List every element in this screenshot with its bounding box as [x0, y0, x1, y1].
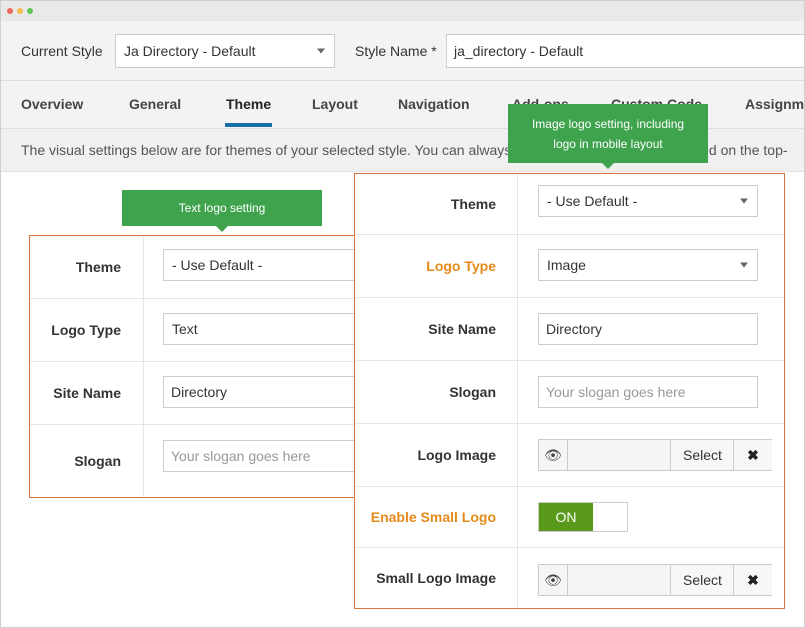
current-style-select[interactable]: Ja Directory - Default [115, 34, 335, 68]
image-logo-tooltip-line2: logo in mobile layout [553, 137, 663, 151]
image-logo-type-select[interactable]: Image [538, 249, 758, 281]
small-logo-image-row: Small Logo Image 👁 Select ✖ [355, 548, 784, 608]
window-titlebar [1, 1, 804, 22]
image-site-name-value: Directory [546, 321, 603, 337]
image-logo-type-label: Logo Type [426, 258, 496, 274]
chevron-down-icon [317, 48, 325, 54]
text-theme-label: Theme [75, 259, 121, 275]
text-slogan-placeholder: Your slogan goes here [171, 448, 311, 464]
eye-icon[interactable]: 👁 [539, 565, 568, 595]
image-logo-type-value: Image [547, 257, 586, 273]
minimize-dot-icon[interactable] [17, 8, 23, 14]
tab-theme[interactable]: Theme [226, 96, 271, 112]
image-site-name-row: Site Name Directory [355, 298, 784, 361]
text-slogan-label: Slogan [74, 453, 121, 469]
image-theme-value: - Use Default - [547, 193, 638, 209]
chevron-down-icon [740, 198, 748, 204]
text-logo-panel: Theme - Use Default - Logo Type Text Sit… [29, 235, 402, 498]
image-logo-tooltip-line1: Image logo setting, including [531, 117, 685, 131]
image-slogan-input[interactable]: Your slogan goes here [538, 376, 758, 408]
text-site-name-row: Site Name Directory [30, 362, 401, 425]
logo-image-label: Logo Image [417, 447, 496, 463]
image-logo-type-row: Logo Type Image [355, 235, 784, 298]
chevron-down-icon [740, 262, 748, 268]
small-logo-image-label: Small Logo Image [376, 570, 496, 586]
close-dot-icon[interactable] [7, 8, 13, 14]
enable-small-logo-row: Enable Small Logo ON [355, 487, 784, 548]
image-slogan-placeholder: Your slogan goes here [546, 384, 686, 400]
text-theme-select[interactable]: - Use Default - [163, 249, 383, 281]
style-name-label: Style Name * [355, 43, 437, 59]
current-style-value: Ja Directory - Default [124, 43, 256, 59]
small-logo-image-select-button[interactable]: Select [670, 565, 734, 595]
image-logo-panel: Theme - Use Default - Logo Type Image Si… [354, 173, 785, 609]
image-slogan-row: Slogan Your slogan goes here [355, 361, 784, 424]
text-logo-type-select[interactable]: Text [163, 313, 383, 345]
text-logo-type-row: Logo Type Text [30, 299, 401, 362]
small-logo-image-clear-button[interactable]: ✖ [733, 565, 772, 595]
enable-small-logo-label: Enable Small Logo [370, 509, 496, 525]
tab-general[interactable]: General [129, 96, 181, 112]
logo-image-clear-button[interactable]: ✖ [733, 440, 772, 470]
text-site-name-input[interactable]: Directory [163, 376, 383, 408]
text-theme-row: Theme - Use Default - [30, 236, 401, 299]
style-name-value: ja_directory - Default [454, 43, 584, 59]
tab-overview[interactable]: Overview [21, 96, 83, 112]
current-style-label: Current Style [21, 43, 103, 59]
maximize-dot-icon[interactable] [27, 8, 33, 14]
text-site-name-label: Site Name [53, 385, 121, 401]
text-theme-value: - Use Default - [172, 257, 263, 273]
logo-image-media-field: 👁 Select ✖ [538, 439, 772, 471]
image-site-name-label: Site Name [428, 321, 496, 337]
text-site-name-value: Directory [171, 384, 228, 400]
image-theme-label: Theme [450, 196, 496, 212]
tab-assignment[interactable]: Assignment [745, 96, 804, 112]
style-toolbar: Current Style Ja Directory - Default Sty… [1, 21, 804, 81]
toggle-on-label: ON [539, 503, 593, 531]
image-logo-tooltip: Image logo setting, including logo in mo… [508, 104, 708, 169]
logo-image-row: Logo Image 👁 Select ✖ [355, 424, 784, 487]
logo-image-select-button[interactable]: Select [670, 440, 734, 470]
style-name-input[interactable]: ja_directory - Default [446, 34, 804, 68]
tab-layout[interactable]: Layout [312, 96, 358, 112]
text-slogan-input[interactable]: Your slogan goes here [163, 440, 383, 472]
text-logo-type-value: Text [172, 321, 198, 337]
text-logo-tooltip-text: Text logo setting [178, 201, 266, 215]
text-slogan-row: Slogan Your slogan goes here [30, 425, 401, 497]
small-logo-image-media-field: 👁 Select ✖ [538, 564, 772, 596]
active-tab-indicator [225, 123, 272, 127]
image-theme-select[interactable]: - Use Default - [538, 185, 758, 217]
text-logo-type-label: Logo Type [51, 322, 121, 338]
tab-navigation[interactable]: Navigation [398, 96, 470, 112]
image-theme-row: Theme - Use Default - [355, 174, 784, 235]
image-slogan-label: Slogan [449, 384, 496, 400]
app-window: Current Style Ja Directory - Default Sty… [0, 0, 805, 628]
enable-small-logo-toggle[interactable]: ON [538, 502, 628, 532]
image-site-name-input[interactable]: Directory [538, 313, 758, 345]
eye-icon[interactable]: 👁 [539, 440, 568, 470]
text-logo-tooltip: Text logo setting [122, 190, 322, 232]
